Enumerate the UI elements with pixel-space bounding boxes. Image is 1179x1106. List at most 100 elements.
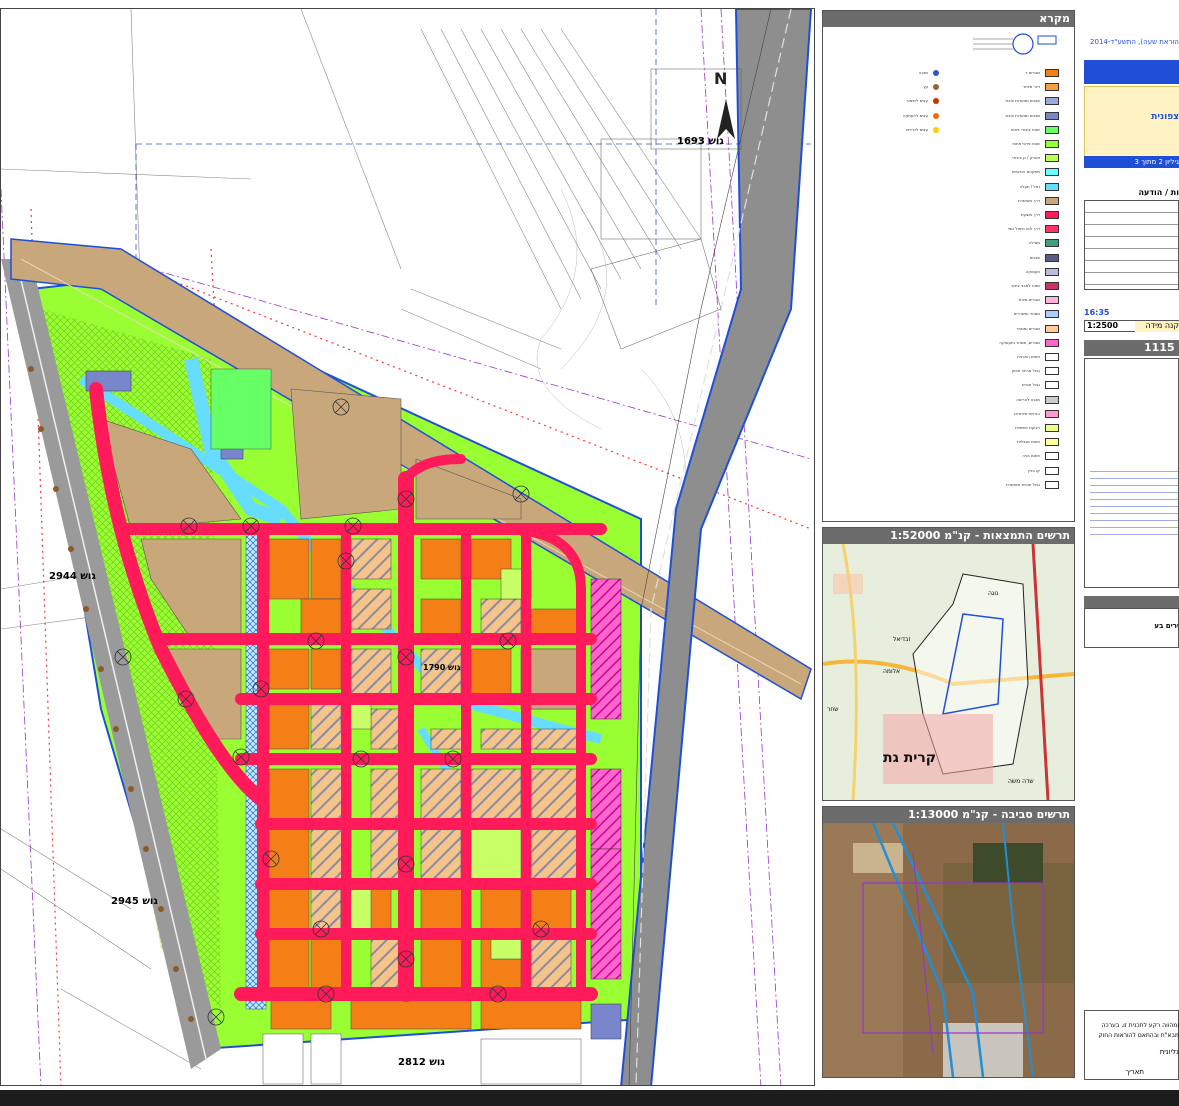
legend-swatch	[1045, 310, 1059, 319]
legend-swatch	[1045, 182, 1059, 191]
legend-swatch	[1045, 211, 1059, 219]
legend-panel: מקרא מגורים ד דיור מיוחד מבנים ומוסדות ציב…	[822, 10, 1075, 522]
plan-name-box	[1084, 86, 1179, 158]
legend-point-label: עץ	[923, 84, 928, 90]
legend-swatch	[1045, 168, 1059, 177]
northern-label: צפונית	[1151, 112, 1179, 122]
footer-line-3: גליונית	[1159, 1048, 1179, 1056]
legend-label: מבנים ומוסדות ציבור	[1004, 112, 1040, 118]
location-map[interactable]	[823, 544, 1074, 800]
block-label-2945: גוש 2945	[111, 896, 158, 907]
block-label-2944: גוש 2944	[49, 571, 96, 582]
legend-point-label: מבנה	[918, 70, 928, 75]
legend-swatch	[1045, 239, 1059, 248]
legend-label: גבול מרחב תכנון	[1011, 368, 1040, 374]
block-label-1790: גוש 1790	[423, 663, 461, 672]
legend-label: תעסוקה	[1025, 268, 1040, 274]
aerial-map[interactable]	[823, 823, 1074, 1077]
legend-label: שטח למבני ציבור	[1010, 283, 1040, 288]
legend-title: מקרא	[823, 11, 1074, 27]
legend-label: רצועת תשתיות	[1015, 425, 1040, 430]
legend-label: שטח ציבורי פתוח	[1010, 126, 1040, 132]
legend-swatch	[1045, 452, 1059, 461]
legend-label: תחום מגבלות	[1017, 439, 1040, 445]
town-label-4: זבדיאל	[893, 636, 911, 643]
legend-point-symbol	[933, 98, 939, 105]
legend-swatch	[1045, 267, 1059, 276]
legend-swatch	[1045, 296, 1059, 305]
surroundings-map-panel: תרשים סביבה - קנ"מ 1:13000	[822, 806, 1075, 1078]
legend-label: מגורים, מסחר ותעסוקה	[999, 339, 1040, 345]
legend-point-symbol	[933, 84, 939, 91]
location-map-title: תרשים התמצאות - קנ"מ 1:52000	[823, 528, 1074, 544]
legend-point-symbol	[933, 112, 939, 119]
scale-row: 1:2500 קנה מידה	[1084, 320, 1179, 332]
town-label-1: שדה משה	[1008, 778, 1034, 785]
scale-label: קנה מידה	[1135, 321, 1179, 332]
legend-label: קו בניין	[1028, 467, 1040, 473]
legend-label: גבול מגרש	[1021, 382, 1040, 388]
legend-label: דיור מיוחד	[1022, 84, 1040, 90]
main-map[interactable]: N גוש 1693 גוש 2944 גוש 2945 גוש 2812 גו…	[0, 8, 815, 1086]
legend-label: מגורים מיוחד	[1017, 297, 1040, 303]
legend-label: דרך מוצעת	[1020, 212, 1040, 217]
legend-label: מגורים ד	[1025, 70, 1040, 75]
legend-label: נחל / תעלה	[1019, 183, 1040, 189]
plan-number: 1115	[1084, 340, 1179, 356]
sheet-label: גיליון 2 מתוך 3	[1084, 156, 1179, 168]
block-label-1693: גוש 1693	[677, 136, 724, 147]
legend-label: פארק / גן ציבורי	[1012, 155, 1040, 161]
legend-swatch	[1045, 424, 1059, 432]
legend-swatch	[1045, 225, 1059, 234]
version-label: ות / הודעה	[1138, 188, 1179, 197]
legend-swatch	[1045, 253, 1059, 262]
legend-swatch	[1045, 69, 1059, 77]
north-arrow	[717, 99, 735, 139]
date-label: תאריך	[1125, 1068, 1144, 1076]
footer-line-2: מבא"ת ובהתאם להוראות החוק	[1098, 1032, 1179, 1039]
legend-point-symbol	[933, 126, 939, 133]
legend-label: דרך ו/או טיפול נופי	[1007, 226, 1040, 232]
sheet-frame: N גוש 1693 גוש 2944 גוש 2945 גוש 2812 גו…	[0, 0, 1179, 1106]
legend-label: גבול תכנית מאושרת	[1006, 481, 1040, 487]
time-label: 16:35	[1084, 308, 1110, 317]
legend-swatch	[1045, 480, 1059, 489]
legend-swatch	[1045, 367, 1059, 376]
surroundings-map-title: תרשים סביבה - קנ"מ 1:13000	[823, 807, 1074, 823]
legend-swatch	[1045, 83, 1059, 92]
residential-blocks	[268, 538, 582, 1030]
legend-label: תחום בניה	[1022, 453, 1040, 459]
scale-value: 1:2500	[1087, 321, 1119, 330]
legend-swatch	[1045, 324, 1059, 333]
legend-label: שטח פרטי פתוח	[1012, 141, 1040, 146]
law-text: הוראת שעה), התשע"ד-2014	[1090, 38, 1179, 46]
location-map-panel: תרשים התמצאות - קנ"מ 1:52000 קרית גת שדה…	[822, 527, 1075, 801]
north-arrow-label: N	[714, 69, 728, 88]
legend-label: מבנים	[1029, 254, 1040, 260]
plan-header-bar	[1084, 60, 1179, 84]
legend-swatch	[1045, 196, 1059, 205]
approval-stamp-text	[1090, 465, 1178, 535]
legend-swatch	[1045, 381, 1059, 390]
legend-label: מתקנים הנדסיים	[1011, 169, 1040, 175]
legend-swatch	[1045, 154, 1059, 163]
legend-label: הנחיות מיוחדות	[1014, 410, 1040, 416]
town-label-2: אלומה	[883, 668, 901, 675]
legend-point-label: עצים להעתקה	[902, 112, 928, 118]
plan-info-column: הוראת שעה), התשע"ד-2014 צפונית גיליון 2 …	[1080, 10, 1179, 1088]
legend-point-symbol	[933, 70, 939, 76]
council-header	[1084, 596, 1179, 608]
legend-point-label: עצים לכריתה	[905, 126, 928, 132]
legend-swatch	[1045, 438, 1059, 447]
legend-swatch	[1045, 125, 1059, 134]
legend-label: מגורים ומסחר	[1016, 325, 1040, 331]
legend-swatch	[1045, 395, 1059, 404]
legend-swatch	[1045, 282, 1059, 290]
legend-swatch	[1045, 111, 1059, 120]
map-drawing	[1, 9, 813, 1085]
legend-swatch	[1045, 140, 1059, 148]
legend-swatch	[1045, 466, 1059, 475]
town-label-3: נוגה	[988, 590, 999, 597]
legend-swatch	[1045, 338, 1059, 347]
legend-label: מבנה להריסה	[1016, 396, 1040, 402]
